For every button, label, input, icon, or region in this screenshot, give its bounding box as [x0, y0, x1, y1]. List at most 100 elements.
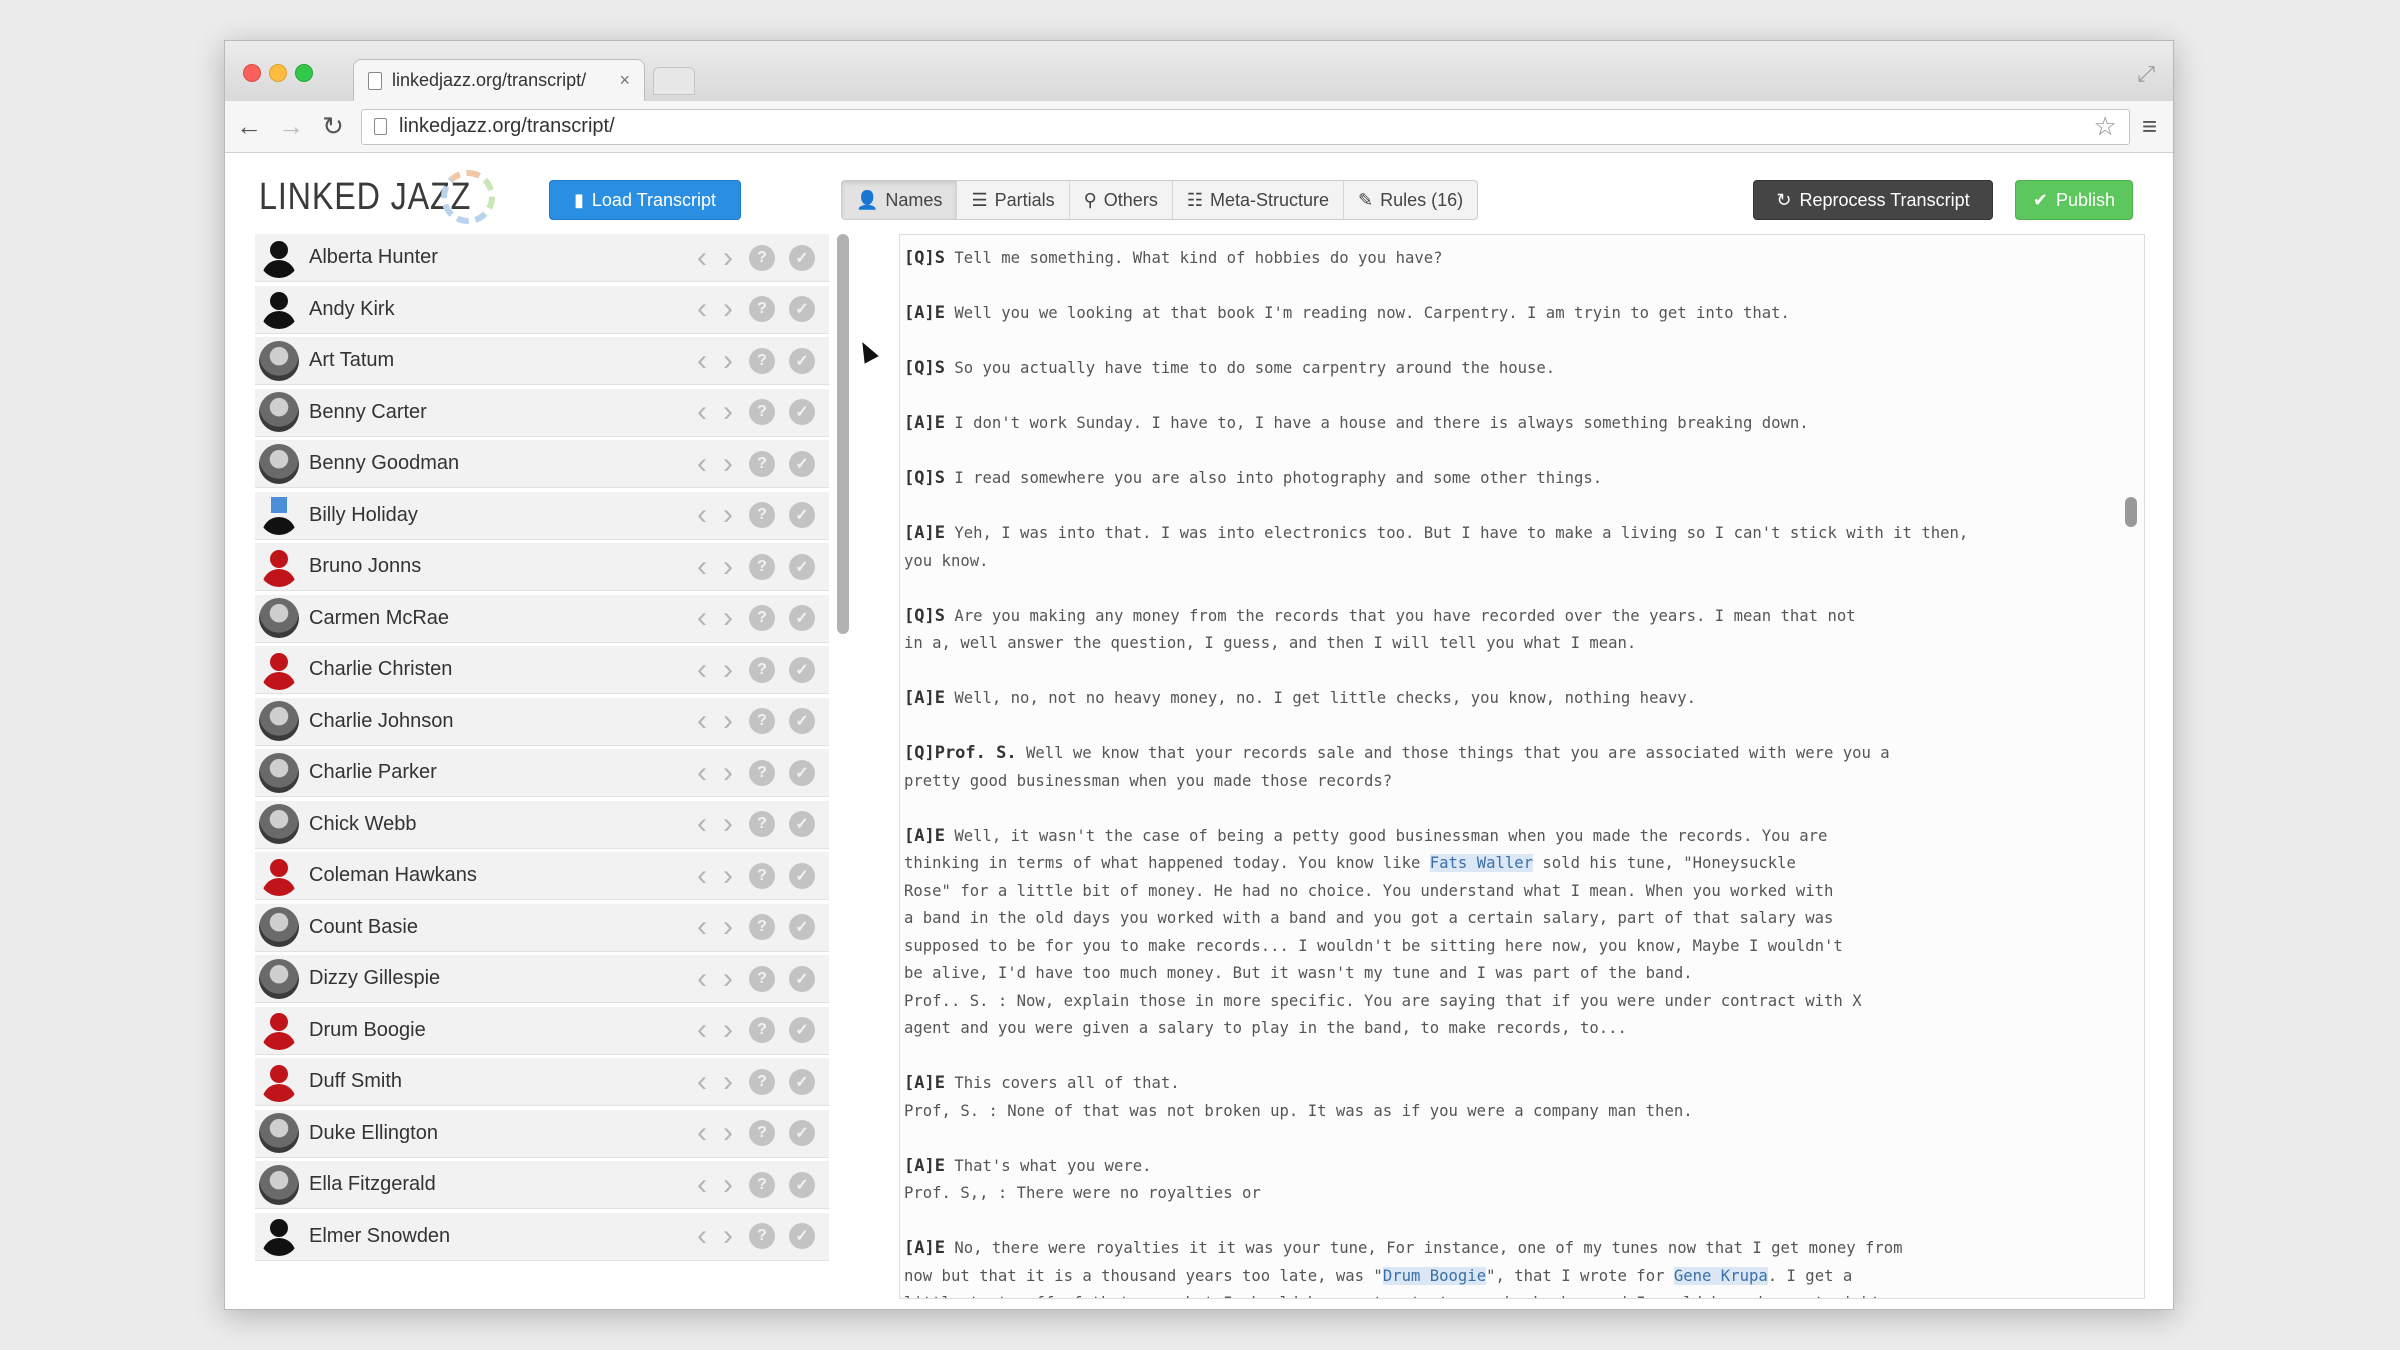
chevron-left-icon[interactable]: ‹	[697, 345, 719, 376]
forward-icon[interactable]: →	[273, 111, 309, 142]
chevron-right-icon[interactable]: ›	[723, 1118, 745, 1148]
confirm-icon[interactable]: ✓	[789, 759, 815, 786]
name-row[interactable]: Dizzy Gillespie ‹ ›? ✓	[255, 955, 829, 1003]
chevron-left-icon[interactable]: ‹	[697, 397, 719, 427]
confirm-icon[interactable]: ✓	[789, 296, 815, 322]
confirm-icon[interactable]: ✓	[789, 1068, 815, 1095]
question-icon[interactable]: ?	[749, 1017, 775, 1043]
chevron-left-icon[interactable]: ‹	[697, 294, 719, 324]
highlighted-entity[interactable]: Gene Krupa	[1673, 1266, 1768, 1285]
confirm-icon[interactable]: ✓	[789, 1017, 815, 1043]
question-icon[interactable]: ?	[749, 965, 775, 992]
name-row[interactable]: Andy Kirk ‹ ›? ✓	[255, 285, 829, 334]
reprocess-transcript-button[interactable]: ↻ Reprocess Transcript	[1753, 180, 1993, 220]
chevron-right-icon[interactable]: ›	[723, 706, 745, 736]
confirm-icon[interactable]: ✓	[789, 244, 815, 271]
chevron-left-icon[interactable]: ‹	[697, 448, 719, 479]
chevron-left-icon[interactable]: ‹	[697, 963, 719, 994]
chevron-right-icon[interactable]: ›	[723, 1221, 745, 1251]
confirm-icon[interactable]: ✓	[789, 605, 815, 631]
chevron-right-icon[interactable]: ›	[723, 500, 745, 530]
name-row[interactable]: Bruno Jonns ‹ ›? ✓	[255, 543, 829, 591]
name-row[interactable]: Duke Ellington ‹ ›? ✓	[255, 1109, 829, 1158]
question-icon[interactable]: ?	[749, 296, 775, 322]
confirm-icon[interactable]: ✓	[789, 1120, 815, 1146]
transcript-text[interactable]: [Q]S Tell me something. What kind of hob…	[900, 235, 2144, 1298]
confirm-icon[interactable]: ✓	[789, 862, 815, 889]
url-text[interactable]: linkedjazz.org/transcript/	[399, 115, 2094, 138]
transcript-scrollbar[interactable]	[2125, 497, 2137, 527]
tab-meta-structure[interactable]: ☷ Meta-Structure	[1173, 181, 1345, 219]
highlighted-entity[interactable]: Drum Boogie	[1382, 1266, 1487, 1285]
confirm-icon[interactable]: ✓	[789, 502, 815, 528]
new-tab-button[interactable]	[653, 67, 695, 95]
chevron-right-icon[interactable]: ›	[723, 448, 745, 479]
confirm-icon[interactable]: ✓	[789, 1223, 815, 1249]
question-icon[interactable]: ?	[749, 708, 775, 734]
chevron-right-icon[interactable]: ›	[723, 242, 745, 273]
name-row[interactable]: Benny Goodman ‹ ›? ✓	[255, 440, 829, 488]
name-row[interactable]: Art Tatum ‹ ›? ✓	[255, 337, 829, 385]
chevron-left-icon[interactable]: ‹	[697, 551, 719, 582]
chevron-right-icon[interactable]: ›	[723, 397, 745, 427]
question-icon[interactable]: ?	[749, 656, 775, 683]
chevron-right-icon[interactable]: ›	[723, 963, 745, 994]
question-icon[interactable]: ?	[749, 502, 775, 528]
name-row[interactable]: Charlie Parker ‹ ›? ✓	[255, 749, 829, 797]
chevron-left-icon[interactable]: ‹	[697, 242, 719, 273]
tab-close-icon[interactable]: ×	[619, 70, 630, 91]
load-transcript-button[interactable]: ▮ Load Transcript	[549, 180, 741, 220]
chevron-right-icon[interactable]: ›	[723, 757, 745, 788]
name-row[interactable]: Benny Carter ‹ ›? ✓	[255, 388, 829, 437]
tab-partials[interactable]: ☰ Partials	[957, 181, 1070, 219]
confirm-icon[interactable]: ✓	[789, 1171, 815, 1198]
chevron-right-icon[interactable]: ›	[723, 551, 745, 582]
chevron-left-icon[interactable]: ‹	[697, 1066, 719, 1097]
confirm-icon[interactable]: ✓	[789, 914, 815, 940]
question-icon[interactable]: ?	[749, 759, 775, 786]
question-icon[interactable]: ?	[749, 1068, 775, 1095]
confirm-icon[interactable]: ✓	[789, 965, 815, 992]
chevron-left-icon[interactable]: ‹	[697, 654, 719, 685]
transcript-panel[interactable]: [Q]S Tell me something. What kind of hob…	[899, 234, 2145, 1299]
chevron-right-icon[interactable]: ›	[723, 603, 745, 633]
chevron-right-icon[interactable]: ›	[723, 1015, 745, 1045]
fullscreen-icon[interactable]: ⤢	[2137, 61, 2155, 87]
chevron-right-icon[interactable]: ›	[723, 654, 745, 685]
highlighted-entity[interactable]: Fats Waller	[1429, 854, 1534, 872]
question-icon[interactable]: ?	[749, 450, 775, 477]
name-row[interactable]: Coleman Hawkans ‹ ›? ✓	[255, 852, 829, 900]
name-row[interactable]: Ella Fitzgerald ‹ ›? ✓	[255, 1161, 829, 1209]
chevron-left-icon[interactable]: ‹	[697, 809, 719, 839]
close-window-button[interactable]	[243, 64, 261, 82]
confirm-icon[interactable]: ✓	[789, 708, 815, 734]
confirm-icon[interactable]: ✓	[789, 347, 815, 374]
name-row[interactable]: Carmen McRae ‹ ›? ✓	[255, 594, 829, 643]
confirm-icon[interactable]: ✓	[789, 450, 815, 477]
question-icon[interactable]: ?	[749, 1223, 775, 1249]
chevron-left-icon[interactable]: ‹	[697, 1015, 719, 1045]
confirm-icon[interactable]: ✓	[789, 656, 815, 683]
chevron-right-icon[interactable]: ›	[723, 1169, 745, 1200]
chevron-left-icon[interactable]: ‹	[697, 757, 719, 788]
question-icon[interactable]: ?	[749, 1120, 775, 1146]
name-row[interactable]: Count Basie ‹ ›? ✓	[255, 903, 829, 952]
name-row[interactable]: Alberta Hunter ‹ ›? ✓	[255, 234, 829, 282]
bookmark-star-icon[interactable]: ☆	[2094, 111, 2117, 142]
chevron-right-icon[interactable]: ›	[723, 1066, 745, 1097]
question-icon[interactable]: ?	[749, 399, 775, 425]
publish-button[interactable]: ✔ Publish	[2015, 180, 2133, 220]
confirm-icon[interactable]: ✓	[789, 811, 815, 837]
zoom-window-button[interactable]	[295, 64, 313, 82]
name-list-scrollbar[interactable]	[837, 234, 849, 634]
name-row[interactable]: Charlie Johnson ‹ ›? ✓	[255, 697, 829, 746]
chevron-right-icon[interactable]: ›	[723, 860, 745, 891]
tab-names[interactable]: 👤 Names	[842, 181, 958, 219]
chevron-left-icon[interactable]: ‹	[697, 860, 719, 891]
chevron-right-icon[interactable]: ›	[723, 345, 745, 376]
chevron-left-icon[interactable]: ‹	[697, 1169, 719, 1200]
question-icon[interactable]: ?	[749, 605, 775, 631]
name-row[interactable]: Drum Boogie ‹ ›? ✓	[255, 1006, 829, 1055]
chevron-right-icon[interactable]: ›	[723, 912, 745, 942]
back-icon[interactable]: ←	[231, 111, 267, 142]
